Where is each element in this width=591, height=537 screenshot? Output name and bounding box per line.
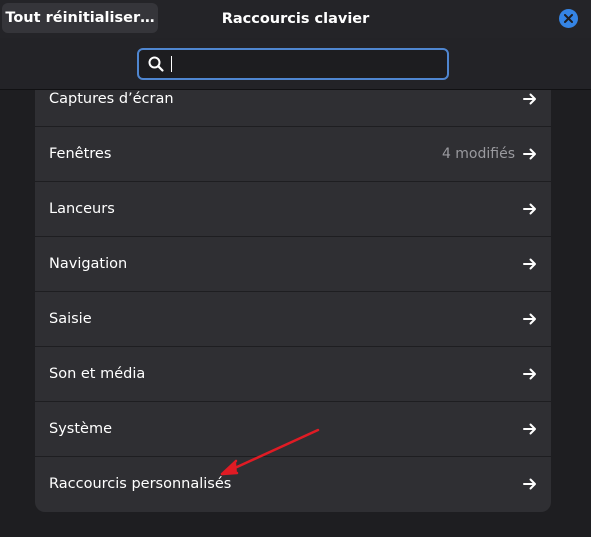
- shortcut-category-list: Captures d’écran Fenêtres 4 modifiés Lan…: [35, 72, 551, 512]
- arrow-right-icon: [523, 257, 537, 271]
- arrow-right-icon: [523, 477, 537, 491]
- list-item-label: Son et média: [49, 366, 146, 382]
- arrow-right-icon: [523, 147, 537, 161]
- arrow-right-icon: [523, 92, 537, 106]
- list-item-label: Système: [49, 421, 112, 437]
- list-item-label: Navigation: [49, 256, 128, 272]
- list-item-raccourcis-personnalises[interactable]: Raccourcis personnalisés: [35, 457, 551, 512]
- list-item-saisie[interactable]: Saisie: [35, 292, 551, 347]
- close-icon: [564, 14, 573, 23]
- reset-all-button[interactable]: Tout réinitialiser…: [2, 3, 158, 33]
- arrow-right-icon: [523, 202, 537, 216]
- search-bar: [0, 38, 591, 90]
- arrow-right-icon: [523, 422, 537, 436]
- list-item-fenetres[interactable]: Fenêtres 4 modifiés: [35, 127, 551, 182]
- search-input[interactable]: [172, 50, 447, 78]
- list-item-label: Saisie: [49, 311, 92, 327]
- list-item-navigation[interactable]: Navigation: [35, 237, 551, 292]
- list-item-lanceurs[interactable]: Lanceurs: [35, 182, 551, 237]
- arrow-right-icon: [523, 312, 537, 326]
- list-item-label: Fenêtres: [49, 146, 112, 162]
- header-bar: Tout réinitialiser… Raccourcis clavier: [0, 0, 591, 38]
- list-item-label: Lanceurs: [49, 201, 115, 217]
- close-button[interactable]: [559, 9, 578, 28]
- search-field[interactable]: [137, 48, 449, 80]
- list-item-systeme[interactable]: Système: [35, 402, 551, 457]
- search-icon: [147, 55, 165, 73]
- list-item-son-et-media[interactable]: Son et média: [35, 347, 551, 402]
- arrow-right-icon: [523, 367, 537, 381]
- modified-count: 4 modifiés: [441, 146, 515, 162]
- list-item-label: Raccourcis personnalisés: [49, 476, 232, 492]
